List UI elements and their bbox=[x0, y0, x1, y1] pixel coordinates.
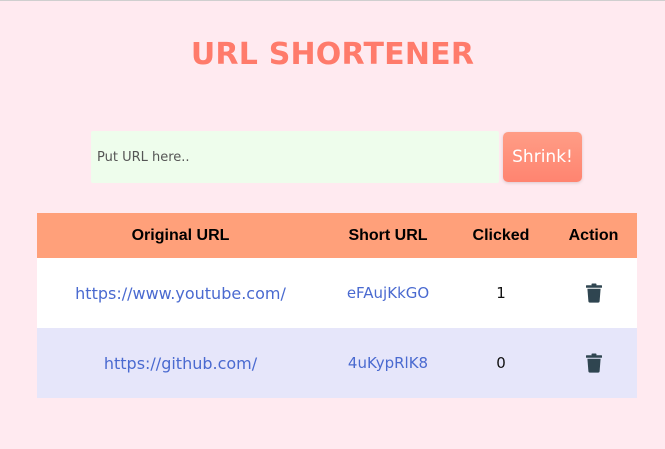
url-table: Original URL Short URL Clicked Action ht… bbox=[37, 213, 637, 398]
table-row: https://www.youtube.com/ eFAujKkGO 1 bbox=[37, 258, 637, 328]
short-url-link[interactable]: eFAujKkGO bbox=[347, 284, 429, 302]
delete-button[interactable] bbox=[584, 282, 604, 304]
table-row: https://github.com/ 4uKypRlK8 0 bbox=[37, 328, 637, 398]
header-action: Action bbox=[568, 226, 619, 244]
page-title: URL SHORTENER bbox=[190, 37, 475, 72]
clicked-count: 0 bbox=[496, 354, 506, 372]
shrink-button[interactable]: Shrink! bbox=[503, 132, 582, 182]
original-url-link[interactable]: https://www.youtube.com/ bbox=[75, 284, 286, 303]
header-original-url: Original URL bbox=[131, 226, 230, 244]
delete-button[interactable] bbox=[584, 352, 604, 374]
url-input[interactable] bbox=[91, 131, 499, 183]
table-header: Original URL Short URL Clicked Action bbox=[37, 213, 637, 258]
trash-icon bbox=[585, 353, 602, 373]
trash-icon bbox=[585, 283, 602, 303]
header-clicked: Clicked bbox=[472, 226, 530, 244]
original-url-link[interactable]: https://github.com/ bbox=[104, 354, 257, 373]
short-url-link[interactable]: 4uKypRlK8 bbox=[348, 354, 428, 372]
clicked-count: 1 bbox=[496, 284, 506, 302]
shorten-form: Shrink! bbox=[91, 131, 582, 183]
header-short-url: Short URL bbox=[348, 226, 428, 244]
